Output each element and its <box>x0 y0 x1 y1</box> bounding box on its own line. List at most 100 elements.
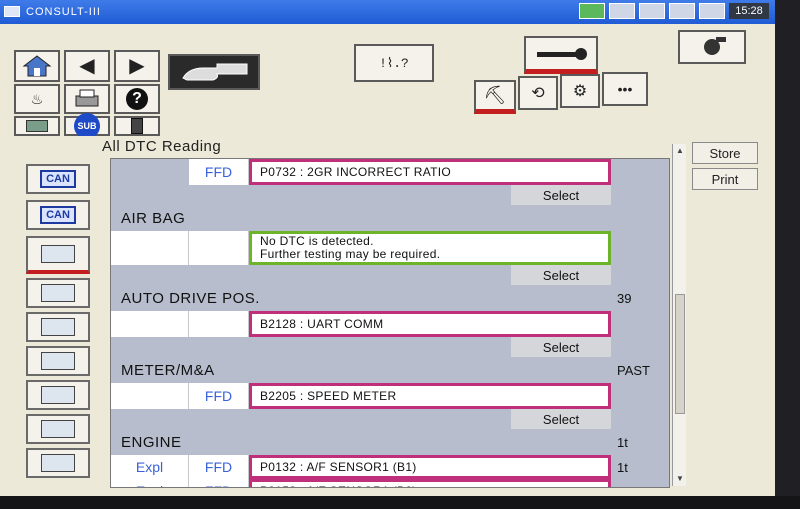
select-row: Select <box>111 185 669 205</box>
dtc-status: PAST <box>611 357 669 383</box>
print-button[interactable]: Print <box>692 168 758 190</box>
arrow-right-icon: ▶ <box>129 55 145 77</box>
select-row: Select <box>111 265 669 285</box>
active-test-button[interactable] <box>26 448 90 478</box>
reprogram-icon: ⟲ <box>531 85 545 102</box>
dtc-code: P0152 : A/F SENSOR1 (B2) <box>249 479 611 487</box>
vehicle-button[interactable] <box>168 54 260 90</box>
dtc-list-button[interactable] <box>26 236 90 274</box>
scroll-thumb[interactable] <box>675 294 685 414</box>
back-button[interactable]: ◀ <box>64 50 110 82</box>
tool-hand-icon <box>704 37 726 55</box>
store-button[interactable]: Store <box>692 142 758 164</box>
dtc-row[interactable]: Expl FFD P0152 : A/F SENSOR1 (B2) <box>111 479 669 487</box>
spacer <box>111 265 511 285</box>
scroll-up-arrow-icon[interactable]: ▲ <box>675 146 685 156</box>
settings-button[interactable] <box>678 30 746 64</box>
system-name: AUTO DRIVE POS. <box>121 290 260 307</box>
can-icon: CAN <box>40 206 76 224</box>
dtc-row[interactable]: FFD P0732 : 2GR INCORRECT RATIO <box>111 159 669 185</box>
mechanic-icon: ⛏ <box>483 85 507 105</box>
system-name: METER/M&A <box>121 362 215 379</box>
clock: 15:28 <box>729 3 769 19</box>
ffd-link[interactable]: FFD <box>189 159 249 185</box>
system-row-auto-drive-pos: AUTO DRIVE POS. 39 <box>111 285 669 311</box>
dtc-row[interactable]: B2128 : UART COMM <box>111 311 669 337</box>
spacer <box>611 337 669 357</box>
vertical-scrollbar[interactable]: ▲ ▼ <box>672 144 686 486</box>
arrow-left-icon: ◀ <box>79 55 95 77</box>
system-name: ENGINE <box>121 434 182 451</box>
select-button[interactable]: Select <box>511 265 611 285</box>
ecu-button[interactable] <box>14 116 60 136</box>
diagnosis-button[interactable]: !⌇.? <box>354 44 434 82</box>
work-support-button[interactable]: ⛏ <box>474 80 516 114</box>
ffd-link[interactable]: FFD <box>189 479 249 487</box>
spacer <box>111 337 511 357</box>
dtc-code: P0132 : A/F SENSOR1 (B1) <box>249 455 611 479</box>
dtc-row[interactable]: FFD B2205 : SPEED METER <box>111 383 669 409</box>
vi-button[interactable] <box>114 116 160 136</box>
sub-mode-button[interactable]: SUB <box>64 113 110 139</box>
dtc-code: P0732 : 2GR INCORRECT RATIO <box>249 159 611 185</box>
spacer <box>611 479 669 487</box>
dtc-count: 39 <box>611 285 669 311</box>
window-title: CONSULT-III <box>26 6 101 18</box>
dtc-list-icon <box>41 245 75 263</box>
select-button[interactable]: Select <box>511 337 611 357</box>
dtc-tools-button[interactable]: ••• <box>602 72 648 106</box>
data-monitor-icon <box>41 386 75 404</box>
dtc-row[interactable]: Expl FFD P0132 : A/F SENSOR1 (B1) 1t <box>111 455 669 479</box>
expl-link[interactable]: Expl <box>111 455 189 479</box>
can-diagram-icon: CAN <box>40 170 76 188</box>
parts-button[interactable] <box>26 414 90 444</box>
vehicle-setup-icon: ⚙ <box>572 83 588 100</box>
spacer <box>111 409 511 429</box>
connector-button[interactable] <box>26 312 90 342</box>
scroll-down-arrow-icon[interactable]: ▼ <box>675 474 685 484</box>
select-button[interactable]: Select <box>511 409 611 429</box>
dtc-tools-icon: ••• <box>617 81 633 97</box>
active-test-icon <box>41 454 75 472</box>
spacer <box>611 383 669 409</box>
ffd-cell-empty <box>189 311 249 337</box>
battery-icon <box>579 3 605 19</box>
ffd-link[interactable]: FFD <box>189 383 249 409</box>
can-button[interactable]: CAN <box>26 200 90 230</box>
system-row-engine: ENGINE 1t <box>111 429 669 455</box>
select-button[interactable]: Select <box>511 185 611 205</box>
wiring-button[interactable] <box>26 346 90 376</box>
wireless-icon <box>669 3 695 19</box>
vehicle-setup-button[interactable]: ⚙ <box>560 74 600 108</box>
printer-icon <box>75 89 99 107</box>
ffd-link[interactable]: FFD <box>189 455 249 479</box>
ecu-icon <box>26 120 48 132</box>
home-button[interactable] <box>14 50 60 82</box>
lan-icon <box>639 3 665 19</box>
help-icon: ? <box>126 88 148 110</box>
spacer <box>611 231 669 265</box>
panel-title: All DTC Reading <box>102 138 222 155</box>
monitor-bezel-right <box>775 0 800 509</box>
system-row-air-bag: AIR BAG <box>111 205 669 231</box>
no-dtc-line2: Further testing may be required. <box>260 247 441 261</box>
dtc-count: 1t <box>611 429 669 455</box>
app-icon <box>4 6 20 17</box>
help-button[interactable]: ? <box>114 84 160 114</box>
wrench-icon <box>537 47 587 60</box>
can-diagnosis-button[interactable]: CAN <box>26 164 90 194</box>
forward-button[interactable]: ▶ <box>114 50 160 82</box>
dtc-code: B2128 : UART COMM <box>249 311 611 337</box>
spacer <box>611 409 669 429</box>
monitor-button[interactable] <box>26 380 90 410</box>
repair-button[interactable] <box>524 36 598 74</box>
printer-button[interactable] <box>64 84 110 114</box>
spacer <box>611 311 669 337</box>
system-name: AIR BAG <box>121 210 186 227</box>
monitor-bezel-bottom <box>0 496 800 509</box>
ecu-list-button[interactable] <box>26 278 90 308</box>
expl-link[interactable]: Expl <box>111 479 189 487</box>
heater-icon: ♨ <box>30 90 44 107</box>
reprogram-button[interactable]: ⟲ <box>518 76 558 110</box>
heater-button[interactable]: ♨ <box>14 84 60 114</box>
